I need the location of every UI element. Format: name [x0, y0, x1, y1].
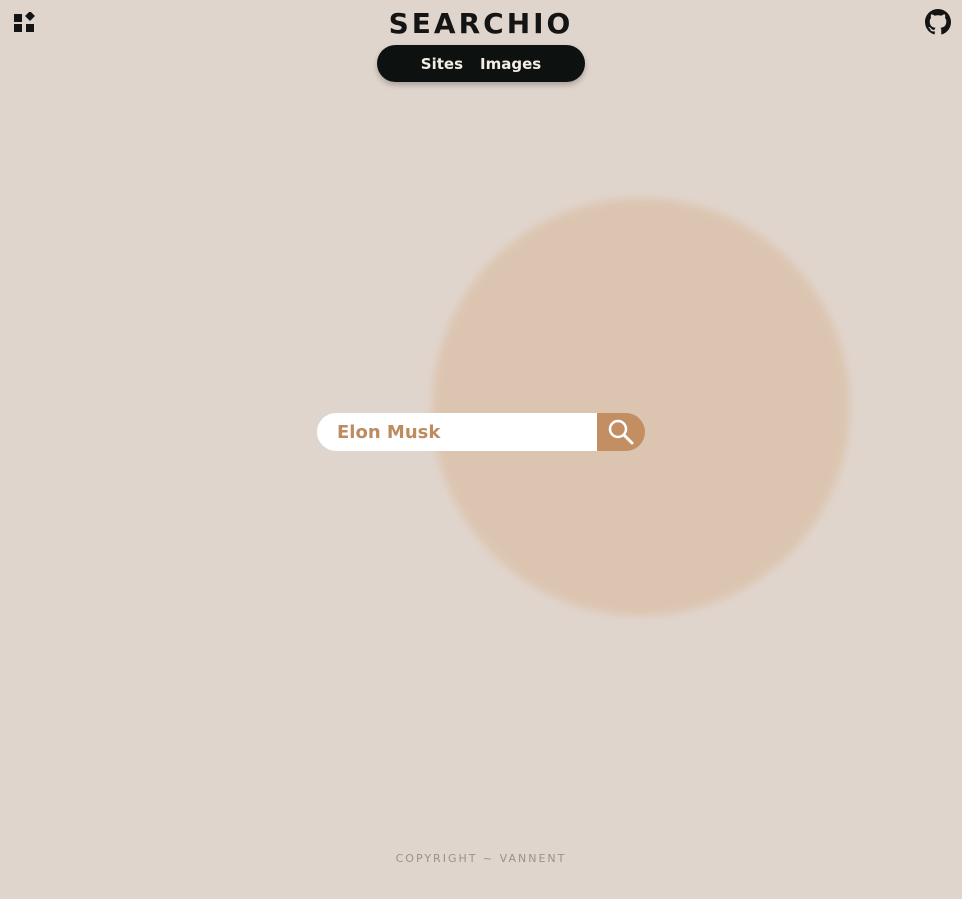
page: SEARCHIO Sites Images COPYRIGHT ~ VANNEN… [0, 0, 962, 899]
tab-images[interactable]: Images [480, 54, 541, 74]
decorative-blob [432, 198, 850, 616]
search-button[interactable] [597, 413, 645, 451]
search-icon [608, 419, 634, 445]
search-type-tabs: Sites Images [377, 45, 585, 82]
search-bar [317, 413, 645, 451]
github-icon[interactable] [925, 9, 951, 35]
tab-sites[interactable]: Sites [421, 54, 463, 74]
footer-copyright: COPYRIGHT ~ VANNENT [395, 852, 567, 865]
search-input[interactable] [317, 413, 597, 451]
site-logo: SEARCHIO [388, 7, 574, 40]
